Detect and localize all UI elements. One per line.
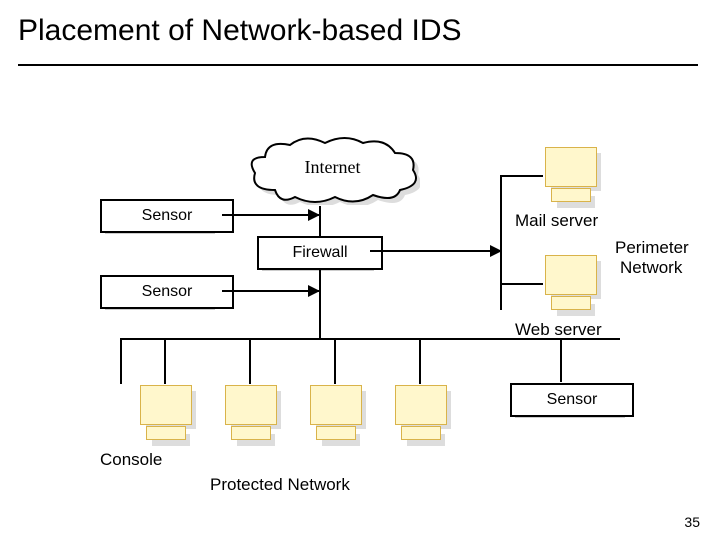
web-server-label: Web server — [515, 320, 602, 340]
line — [164, 338, 166, 384]
sensor-3-box: Sensor — [510, 383, 634, 417]
host-icon — [395, 385, 445, 440]
arrow-icon — [308, 209, 320, 221]
page-number: 35 — [684, 514, 700, 530]
host-icon — [310, 385, 360, 440]
line — [560, 338, 562, 382]
title-underline — [18, 64, 698, 66]
perimeter-label-2: Network — [620, 258, 682, 278]
line — [222, 290, 319, 292]
line — [419, 338, 421, 384]
web-server-icon — [545, 255, 595, 310]
line — [120, 338, 122, 384]
sensor-2-box: Sensor — [100, 275, 234, 309]
line — [222, 214, 319, 216]
line — [319, 268, 321, 338]
mail-server-icon — [545, 147, 595, 202]
firewall-box: Firewall — [257, 236, 383, 270]
line — [500, 175, 543, 177]
mail-server-label: Mail server — [515, 211, 598, 231]
protected-network-label: Protected Network — [210, 475, 350, 495]
sensor-1-box: Sensor — [100, 199, 234, 233]
line — [249, 338, 251, 384]
page-title: Placement of Network-based IDS — [18, 14, 462, 48]
line — [500, 283, 543, 285]
line — [120, 338, 620, 340]
line — [370, 250, 500, 252]
host-icon — [140, 385, 190, 440]
internet-cloud: Internet — [245, 135, 420, 205]
line — [500, 175, 502, 310]
perimeter-label-1: Perimeter — [615, 238, 689, 258]
host-icon — [225, 385, 275, 440]
arrow-icon — [308, 285, 320, 297]
internet-label: Internet — [245, 157, 420, 178]
console-label: Console — [100, 450, 162, 470]
line — [334, 338, 336, 384]
